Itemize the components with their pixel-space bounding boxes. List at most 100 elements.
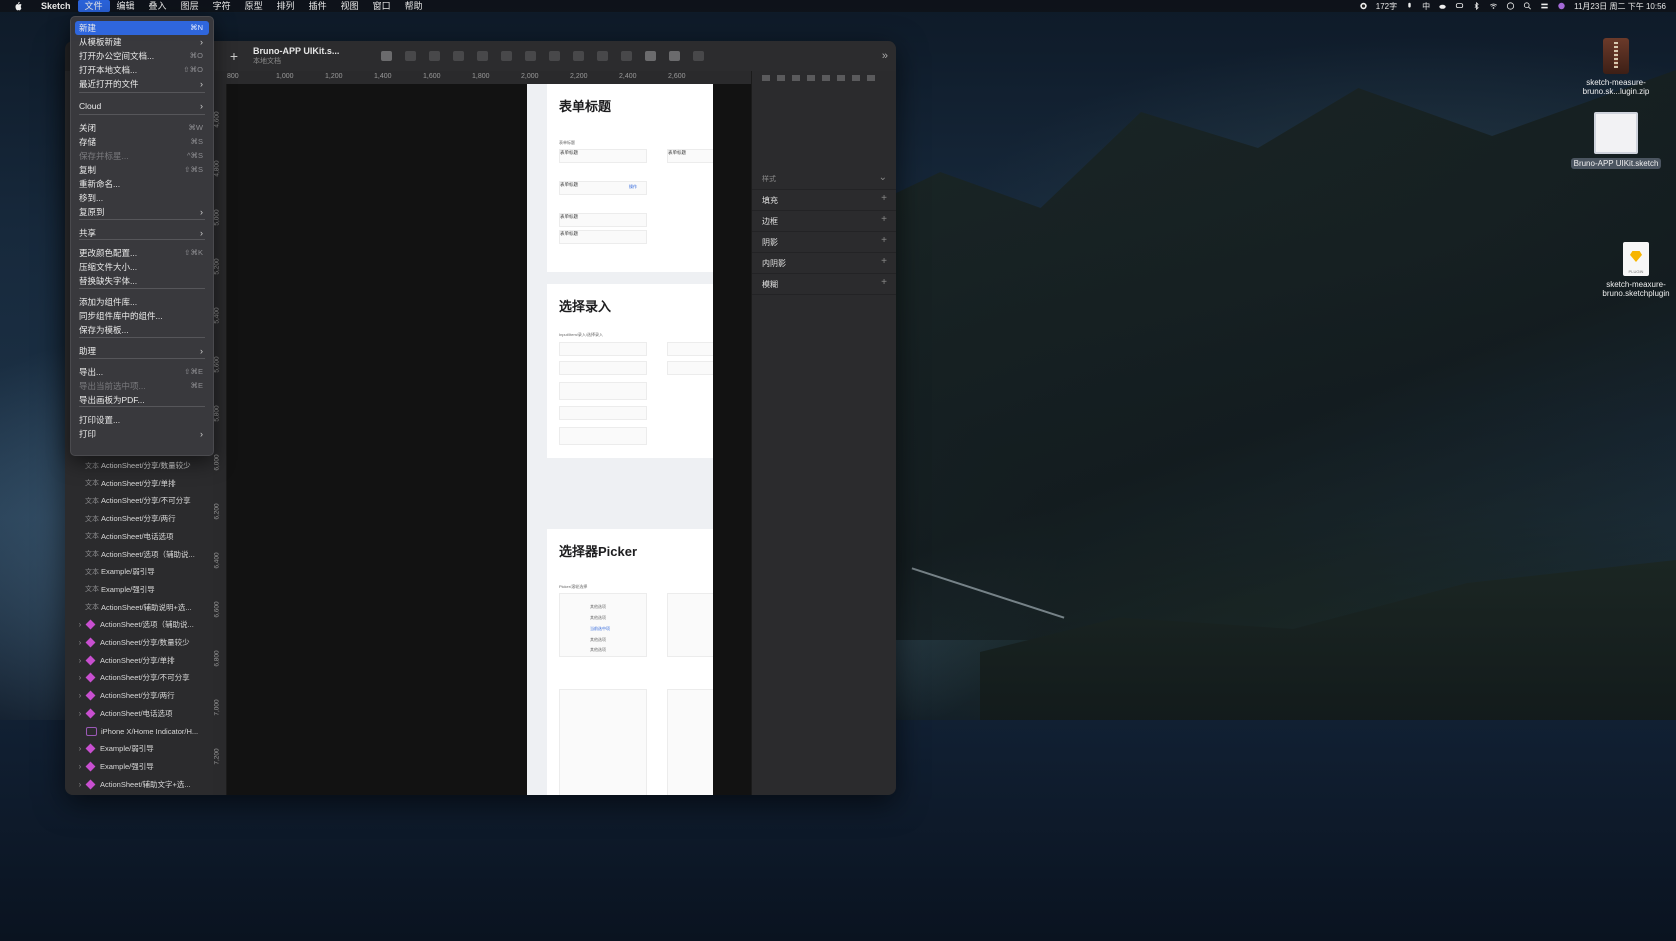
layer-row[interactable]: 文本 ActionSheet/电话选项	[65, 528, 213, 545]
section-select-input[interactable]: 选择录入 Input/Item/录入/选择录入	[547, 284, 713, 458]
menu-insert[interactable]: 叠入	[142, 0, 174, 12]
menu-help[interactable]: 帮助	[398, 0, 430, 12]
expand-chevron-icon[interactable]: ›	[75, 656, 85, 665]
expand-chevron-icon[interactable]: ›	[75, 691, 85, 700]
expand-chevron-icon[interactable]: ›	[75, 744, 85, 753]
search-icon[interactable]	[1523, 2, 1532, 10]
menu-view[interactable]: 视图	[334, 0, 366, 12]
layer-row[interactable]: 文本 ActionSheet/分享/数量较少	[65, 457, 213, 474]
chevron-down-icon[interactable]: ⌄	[879, 172, 887, 183]
menu-edit[interactable]: 编辑	[110, 0, 142, 12]
more-toolbar-icon[interactable]: »	[882, 50, 888, 62]
add-border-icon[interactable]: +	[881, 214, 887, 225]
align-bottom-icon[interactable]	[837, 75, 845, 81]
layer-row[interactable]: 文本 ActionSheet/分享/两行	[65, 510, 213, 527]
file-menu-item[interactable]: 打印设置...	[75, 413, 209, 427]
siri-icon[interactable]	[1557, 2, 1566, 10]
input-method[interactable]: 中	[1422, 1, 1430, 12]
horizontal-ruler[interactable]: 800 1,000 1,200 1,400 1,600 1,800 2,000 2,200 2,…	[213, 71, 751, 85]
fill-row[interactable]: 填充 +	[752, 189, 896, 211]
align-center-icon[interactable]	[777, 75, 785, 81]
layer-row[interactable]: 文本 ActionSheet/分享/不可分享	[65, 492, 213, 509]
file-menu-item[interactable]: 复制 ⇧⌘S	[75, 163, 209, 177]
distribute-h-icon[interactable]	[852, 75, 860, 81]
add-fill-icon[interactable]: +	[881, 193, 887, 204]
file-menu-item[interactable]: 压缩文件大小...	[75, 260, 209, 274]
desktop-file-plugin[interactable]: PLUGIN sketch-meaxure-bruno.sketchplugin	[1588, 242, 1676, 298]
file-menu-item[interactable]: 替换缺失字体...	[75, 274, 209, 288]
file-menu-item[interactable]: 最近打开的文件 ›	[75, 77, 209, 91]
border-row[interactable]: 边框 +	[752, 210, 896, 232]
layer-row[interactable]: 文本 ActionSheet/选项（辅助说...	[65, 546, 213, 563]
wifi-icon[interactable]	[1489, 2, 1498, 10]
scissors-icon[interactable]	[477, 51, 488, 61]
file-menu-item[interactable]: 从模板新建 ›	[75, 35, 209, 49]
blur-row[interactable]: 模糊 +	[752, 273, 896, 295]
file-menu-item[interactable]: Cloud ›	[75, 99, 209, 113]
preview-icon[interactable]	[645, 51, 656, 61]
file-menu-item[interactable]: 同步组件库中的组件...	[75, 309, 209, 323]
word-count[interactable]: 172字	[1376, 1, 1397, 12]
layer-row[interactable]: › ActionSheet/辅助文字+选...	[65, 776, 213, 793]
edit-tool-icon[interactable]	[381, 51, 392, 61]
style-header[interactable]: 样式 ⌄	[752, 168, 896, 190]
expand-chevron-icon[interactable]: ›	[75, 709, 85, 718]
align-right-icon[interactable]	[792, 75, 800, 81]
bell-icon[interactable]	[693, 51, 704, 61]
file-menu-item[interactable]: 移到...	[75, 191, 209, 205]
create-symbol-icon[interactable]	[405, 51, 416, 61]
section-form-title[interactable]: 表单标题 表单标题 表单标题 表单标题 表单标题 表单标题 表单标题 操作	[547, 84, 713, 272]
expand-chevron-icon[interactable]: ›	[75, 620, 85, 629]
file-menu-item[interactable]: 打开本地文档... ⇧⌘O	[75, 63, 209, 77]
insert-button[interactable]: +	[221, 48, 247, 64]
inner-shadow-row[interactable]: 内阴影 +	[752, 252, 896, 274]
layer-row[interactable]: › ActionSheet/分享/不可分享	[65, 669, 213, 686]
file-menu-item[interactable]: 更改颜色配置... ⇧⌘K	[75, 246, 209, 260]
cloud-upload-icon[interactable]	[669, 51, 680, 61]
menu-text[interactable]: 字符	[206, 0, 238, 12]
layer-row[interactable]: › ActionSheet/分享/两行	[65, 687, 213, 704]
file-menu-item[interactable]: 保存为模板...	[75, 323, 209, 337]
layer-row[interactable]: › Example/强引导	[65, 758, 213, 775]
chat-icon[interactable]	[1455, 2, 1464, 10]
layer-row[interactable]: › ActionSheet/分享/单排	[65, 652, 213, 669]
menubar-clock[interactable]: 11月23日 周二 下午 10:56	[1574, 1, 1666, 12]
desktop-file-zip[interactable]: sketch-measure-bruno.sk...lugin.zip	[1568, 38, 1664, 96]
menu-layer[interactable]: 图层	[174, 0, 206, 12]
difference-icon[interactable]	[573, 51, 584, 61]
desktop-file-sketch[interactable]: Bruno-APP UIKit.sketch	[1568, 112, 1664, 169]
file-menu-item[interactable]: 共享 ›	[75, 226, 209, 240]
cloud-icon[interactable]	[1438, 2, 1447, 10]
mic-icon[interactable]	[1405, 2, 1414, 10]
layer-row[interactable]: › ActionSheet/选项（辅助说...	[65, 616, 213, 633]
expand-chevron-icon[interactable]: ›	[75, 780, 85, 789]
bluetooth-icon[interactable]	[1472, 2, 1481, 10]
forward-icon[interactable]	[429, 51, 440, 61]
layer-row[interactable]: › Example/弱引导	[65, 740, 213, 757]
file-menu-item[interactable]: 新建 ⌘N	[75, 21, 209, 35]
layer-row[interactable]: 文本 ActionSheet/分享/单排	[65, 475, 213, 492]
canvas[interactable]: 表单标题 表单标题 表单标题 表单标题 表单标题 表单标题 表单标题 操作 选择…	[227, 84, 751, 795]
layer-row[interactable]: › ActionSheet/电话选项	[65, 705, 213, 722]
add-blur-icon[interactable]: +	[881, 277, 887, 288]
menu-prototype[interactable]: 原型	[238, 0, 270, 12]
file-menu-item[interactable]: 打开办公空间文档... ⌘O	[75, 49, 209, 63]
vertical-ruler[interactable]: 4,600 4,800 5,000 5,200 5,400 5,600 5,800 6,000…	[213, 84, 227, 795]
record-icon[interactable]	[1359, 2, 1368, 10]
expand-chevron-icon[interactable]: ›	[75, 638, 85, 647]
section-picker[interactable]: 选择器Picker Picker/滚轮选择 其他选项 其他选项 当前选中项 其他…	[547, 529, 713, 795]
file-menu-item[interactable]: 打印 ›	[75, 427, 209, 441]
layer-row[interactable]: 文本 Example/弱引导	[65, 563, 213, 580]
backward-icon[interactable]	[453, 51, 464, 61]
layer-row[interactable]: › ActionSheet/分享/数量较少	[65, 634, 213, 651]
mask-icon[interactable]	[621, 51, 632, 61]
add-inner-shadow-icon[interactable]: +	[881, 256, 887, 267]
document-title[interactable]: Bruno-APP UIKit.s... 本地文档	[253, 46, 353, 66]
file-menu-item[interactable]: 重新命名...	[75, 177, 209, 191]
add-shadow-icon[interactable]: +	[881, 235, 887, 246]
layer-row[interactable]: 文本 ActionSheet/辅助说明+选...	[65, 599, 213, 616]
control-center-icon[interactable]	[1540, 2, 1549, 10]
layer-row[interactable]: iPhone X/Home Indicator/H...	[65, 723, 213, 740]
subtract-icon[interactable]	[525, 51, 536, 61]
menu-file[interactable]: 文件	[77, 0, 110, 12]
